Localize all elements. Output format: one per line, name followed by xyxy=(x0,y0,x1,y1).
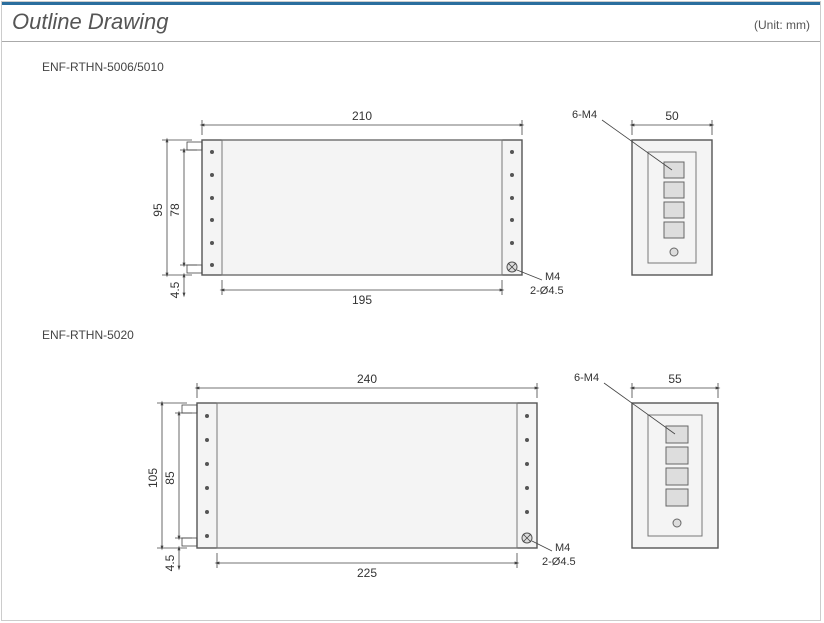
dim-side-width-1: 50 xyxy=(665,109,679,123)
model-1-label: ENF-RTHN-5006/5010 xyxy=(42,60,790,74)
model-2-drawing: 240 225 105 85 4.5 M4 xyxy=(32,348,790,588)
dim-width-top-1: 210 xyxy=(352,109,372,123)
callout-hole-1: 2-Ø4.5 xyxy=(530,285,564,297)
dim-height-outer-1: 95 xyxy=(151,203,165,217)
callout-m4-2: M4 xyxy=(555,542,570,554)
content-area: ENF-RTHN-5006/5010 xyxy=(2,42,820,598)
model-1-drawing: 210 195 95 78 4.5 xyxy=(32,80,790,320)
model-2-label: ENF-RTHN-5020 xyxy=(42,328,790,342)
callout-6m4-1: 6-M4 xyxy=(572,109,597,121)
dim-width-bottom-1: 195 xyxy=(352,293,372,307)
dim-offset-1: 4.5 xyxy=(168,281,182,298)
drawing-frame: Outline Drawing (Unit: mm) ENF-RTHN-5006… xyxy=(1,1,821,621)
page-title: Outline Drawing xyxy=(12,9,169,35)
callout-m4-1: M4 xyxy=(545,271,560,283)
dim-side-width-2: 55 xyxy=(668,372,682,386)
dim-width-top-2: 240 xyxy=(357,372,377,386)
title-bar: Outline Drawing (Unit: mm) xyxy=(2,2,820,42)
unit-label: (Unit: mm) xyxy=(754,18,810,32)
dim-offset-2: 4.5 xyxy=(163,554,177,571)
dim-width-bottom-2: 225 xyxy=(357,566,377,580)
callout-6m4-2: 6-M4 xyxy=(574,372,599,384)
callout-hole-2: 2-Ø4.5 xyxy=(542,556,576,568)
dim-height-inner-2: 85 xyxy=(163,471,177,485)
dim-height-outer-2: 105 xyxy=(146,468,160,488)
dim-height-inner-1: 78 xyxy=(168,203,182,217)
